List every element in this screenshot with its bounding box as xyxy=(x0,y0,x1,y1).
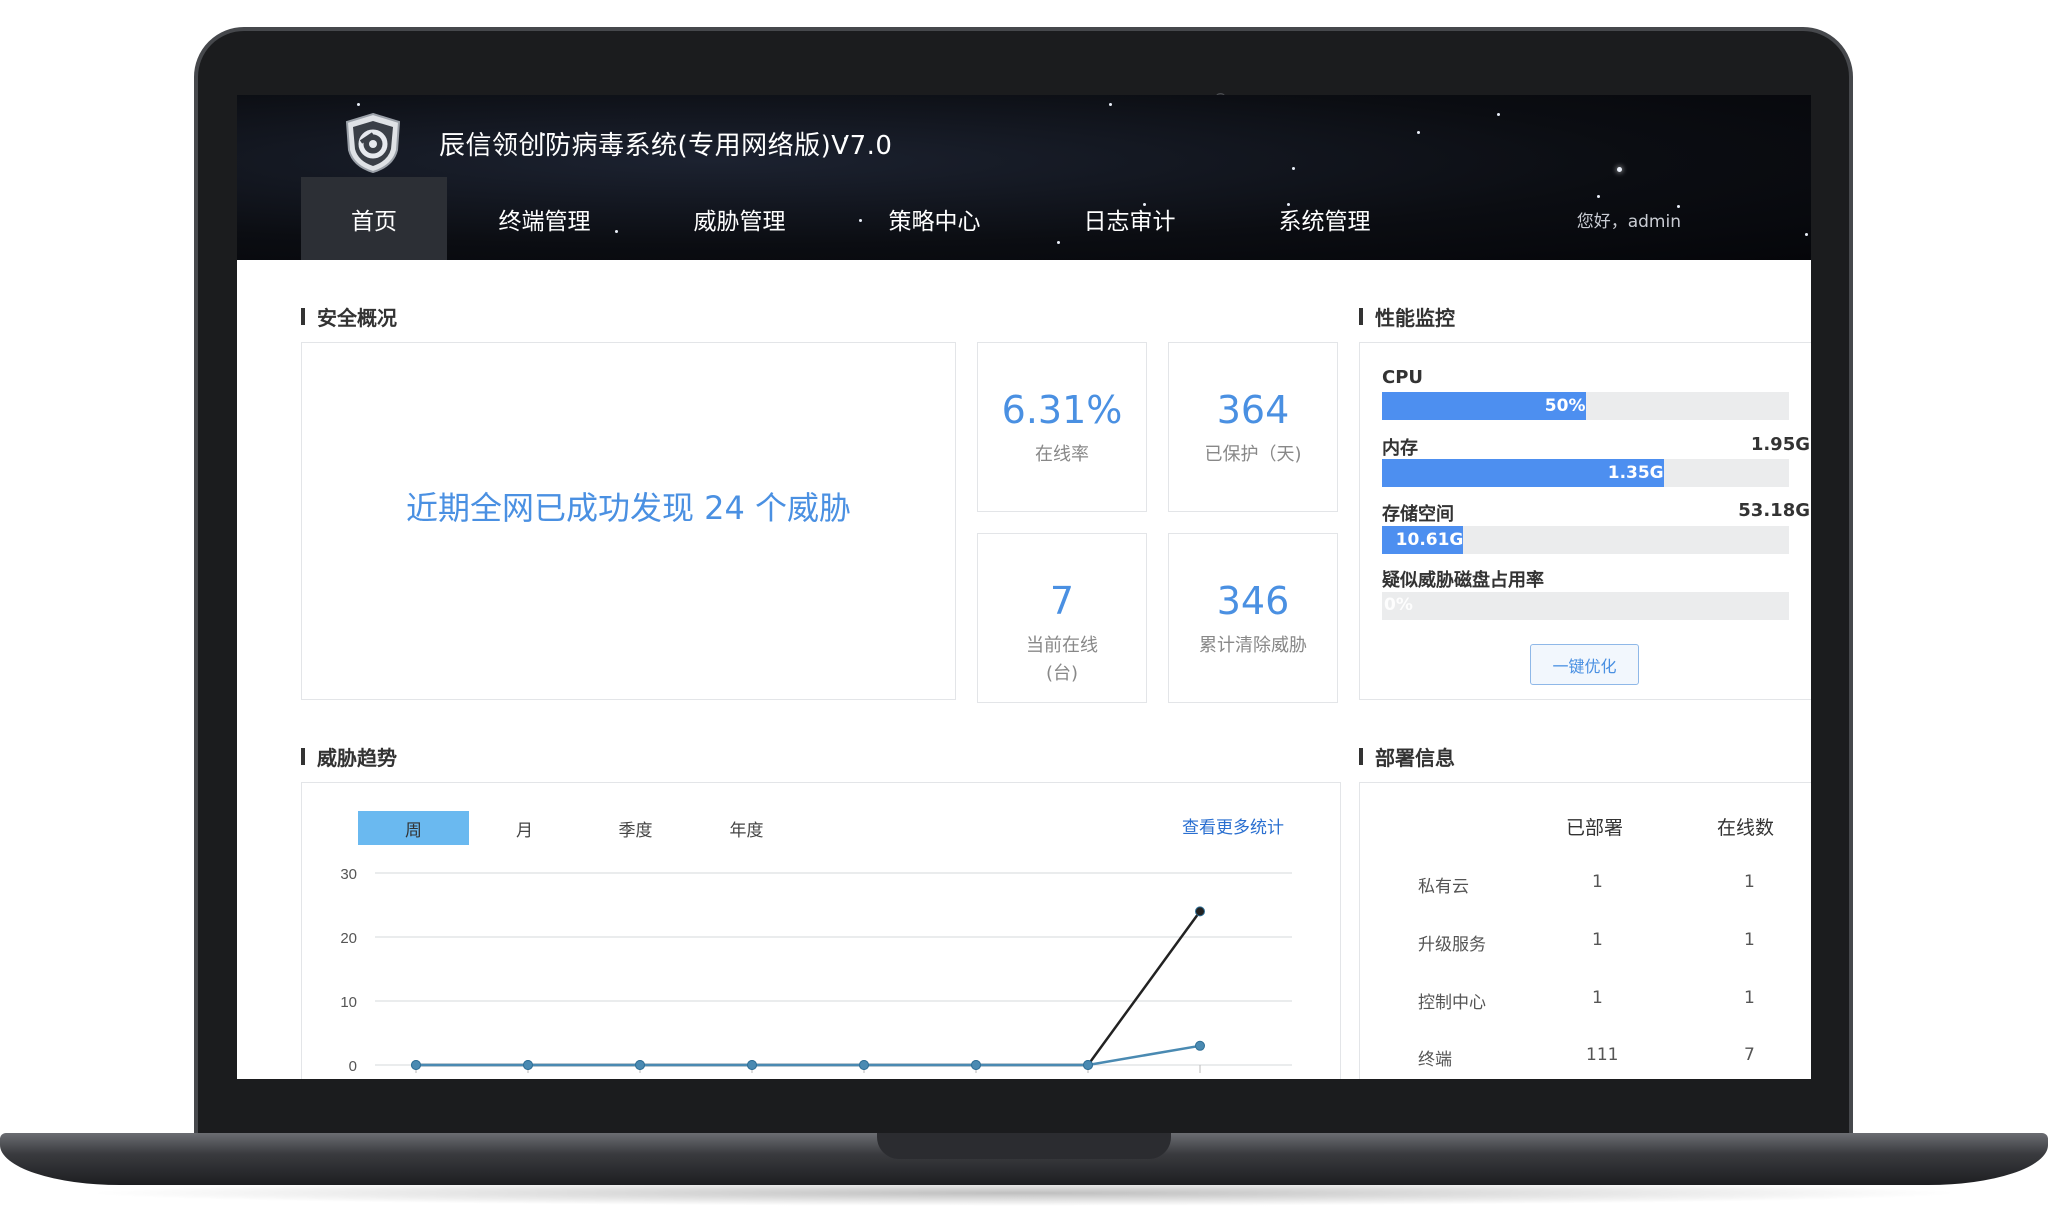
deploy-row-online: 1 xyxy=(1744,988,1755,1008)
data-point xyxy=(411,1060,421,1070)
stat-card-protected-days: 364 已保护（天) xyxy=(1168,342,1338,512)
cpu-label: CPU xyxy=(1382,367,1424,388)
deploy-panel: 已部署 在线数 私有云 1 1 升级服务 1 1 控制中心 1 1 终端 111… xyxy=(1359,782,1811,1079)
y-tick-label: 20 xyxy=(340,930,357,947)
user-greeting[interactable]: 您好，admin xyxy=(1577,207,1681,232)
data-point xyxy=(1195,1040,1205,1051)
col-online-header: 在线数 xyxy=(1717,817,1775,839)
stat-card-threats-cleared: 346 累计清除威胁 xyxy=(1168,533,1338,703)
stat-value: 364 xyxy=(1216,388,1290,432)
star xyxy=(357,103,360,106)
app-header: 辰信领创防病毒系统(专用网络版)V7.0 首页 终端管理 威胁管理 策略中心 日… xyxy=(237,95,1811,260)
laptop-notch xyxy=(877,1133,1171,1159)
nav-item-home[interactable]: 首页 xyxy=(301,177,447,260)
star xyxy=(1417,131,1420,134)
deploy-row-deployed: 1 xyxy=(1592,930,1603,950)
overview-section-title: 安全概况 xyxy=(301,302,397,331)
memory-bar: 1.35G xyxy=(1382,459,1789,487)
col-deployed-header: 已部署 xyxy=(1566,817,1624,839)
threat-disk-percent: 0% xyxy=(1384,595,1413,615)
y-tick-label: 0 xyxy=(349,1058,357,1075)
overview-message-panel: 近期全网已成功发现 24 个威胁 xyxy=(301,342,956,700)
memory-used: 1.35G xyxy=(1607,463,1664,483)
star xyxy=(1805,233,1808,236)
data-point xyxy=(635,1060,645,1070)
nav-item-policy[interactable]: 策略中心 xyxy=(837,177,1032,260)
storage-label: 存储空间 xyxy=(1382,504,1454,525)
deploy-row-name: 控制中心 xyxy=(1418,993,1486,1013)
data-point xyxy=(747,1060,757,1070)
stat-card-current-online: 7 当前在线 (台) xyxy=(977,533,1147,703)
storage-bar: 10.61G xyxy=(1382,526,1789,554)
title-bar xyxy=(1359,308,1363,325)
screen: 辰信领创防病毒系统(专用网络版)V7.0 首页 终端管理 威胁管理 策略中心 日… xyxy=(237,95,1811,1079)
threat-disk-bar: 0% xyxy=(1382,592,1789,620)
optimize-button[interactable]: 一键优化 xyxy=(1530,644,1639,685)
stat-value: 346 xyxy=(1216,579,1290,623)
main-nav: 首页 终端管理 威胁管理 策略中心 日志审计 系统管理 xyxy=(301,177,1422,260)
star xyxy=(1497,113,1500,116)
deploy-section-title: 部署信息 xyxy=(1359,742,1455,771)
y-tick-label: 10 xyxy=(340,994,357,1011)
series-line-2 xyxy=(416,1044,1201,1067)
stat-label: 已保护（天) xyxy=(1204,444,1302,465)
deploy-row-name: 终端 xyxy=(1418,1050,1452,1070)
stat-label: 在线率 xyxy=(1035,444,1089,465)
data-point xyxy=(523,1060,533,1070)
data-point xyxy=(1083,1060,1093,1070)
threat-trend-chart: 0 10 20 30 xyxy=(340,866,1292,1075)
storage-used: 10.61G xyxy=(1395,530,1464,550)
deploy-row-name: 私有云 xyxy=(1418,877,1469,897)
data-point xyxy=(859,1060,869,1070)
storage-total: 53.18G xyxy=(1738,500,1810,521)
storage-bar-fill: 10.61G xyxy=(1382,526,1464,554)
memory-total: 1.95G xyxy=(1750,434,1810,455)
threat-disk-label: 疑似威胁磁盘占用率 xyxy=(1382,570,1544,591)
stat-card-online-rate: 6.31% 在线率 xyxy=(977,342,1147,512)
deploy-title-text: 部署信息 xyxy=(1375,746,1455,770)
deploy-row-online: 7 xyxy=(1744,1045,1755,1065)
cpu-percent: 50% xyxy=(1544,396,1586,416)
cpu-bar: 50% xyxy=(1382,392,1789,420)
data-point xyxy=(1195,906,1205,917)
stat-value: 7 xyxy=(1049,579,1075,623)
memory-bar-fill: 1.35G xyxy=(1382,459,1664,487)
title-bar xyxy=(1359,748,1363,765)
star xyxy=(1597,195,1600,198)
title-bar xyxy=(301,308,305,325)
stat-value: 6.31% xyxy=(1001,388,1123,432)
nav-item-log[interactable]: 日志审计 xyxy=(1032,177,1227,260)
trend-section-title: 威胁趋势 xyxy=(301,742,397,771)
nav-item-terminal[interactable]: 终端管理 xyxy=(447,177,642,260)
nav-item-threat[interactable]: 威胁管理 xyxy=(642,177,837,260)
overview-title-text: 安全概况 xyxy=(317,306,397,330)
nav-item-system[interactable]: 系统管理 xyxy=(1227,177,1422,260)
perf-panel: CPU 50% 内存 1.95G 1.35G 存储空间 53.18G 10.61… xyxy=(1359,342,1811,700)
deploy-row-deployed: 111 xyxy=(1586,1045,1619,1065)
shield-logo-icon xyxy=(345,112,401,174)
deploy-row-name: 升级服务 xyxy=(1418,935,1486,955)
deploy-row-deployed: 1 xyxy=(1592,872,1603,892)
star xyxy=(1292,167,1295,170)
deploy-row-deployed: 1 xyxy=(1592,988,1603,1008)
perf-section-title: 性能监控 xyxy=(1359,302,1455,331)
y-tick-label: 30 xyxy=(340,866,357,883)
cpu-bar-fill: 50% xyxy=(1382,392,1586,420)
memory-label: 内存 xyxy=(1382,438,1418,459)
series-line-1 xyxy=(416,910,1202,1067)
threat-found-message: 近期全网已成功发现 24 个威胁 xyxy=(405,489,852,527)
trend-title-text: 威胁趋势 xyxy=(317,746,397,770)
stat-label: 累计清除威胁 xyxy=(1199,635,1307,656)
deploy-row-online: 1 xyxy=(1744,872,1755,892)
data-point xyxy=(971,1060,981,1070)
perf-title-text: 性能监控 xyxy=(1375,306,1455,330)
deploy-row-online: 1 xyxy=(1744,930,1755,950)
trend-panel: 周 月 季度 年度 查看更多统计 0 10 20 30 xyxy=(301,782,1341,1079)
title-bar xyxy=(301,748,305,765)
star xyxy=(1109,103,1112,106)
app-title: 辰信领创防病毒系统(专用网络版)V7.0 xyxy=(439,131,893,161)
stat-label: 当前在线 (台) xyxy=(1026,635,1098,684)
star xyxy=(1617,167,1622,172)
